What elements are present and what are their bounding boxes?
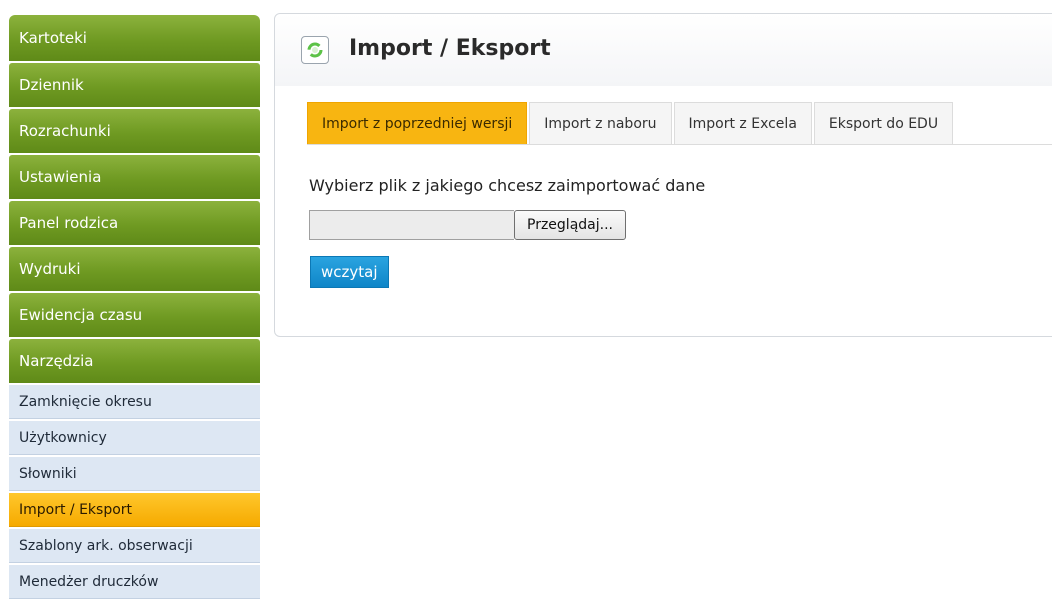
file-path-field[interactable] [309, 210, 514, 240]
subnav-zamkniecie-okresu[interactable]: Zamknięcie okresu [9, 385, 260, 419]
subnav-label: Użytkownicy [19, 429, 107, 446]
file-picker: Przeglądaj... [309, 210, 626, 240]
tab-bar: Import z poprzedniej wersji Import z nab… [307, 102, 1052, 145]
subnav-label: Słowniki [19, 465, 77, 482]
nav-label: Dziennik [19, 76, 84, 94]
nav-label: Kartoteki [19, 29, 87, 47]
nav-wydruki[interactable]: Wydruki [9, 247, 260, 291]
nav-panel-rodzica[interactable]: Panel rodzica [9, 201, 260, 245]
tab-label: Import z poprzedniej wersji [322, 115, 513, 132]
subnav-menedzer-druczkow[interactable]: Menedżer druczków [9, 565, 260, 599]
nav-label: Panel rodzica [19, 214, 119, 232]
sidebar: Kartoteki Dziennik Rozrachunki Ustawieni… [9, 15, 260, 601]
nav-rozrachunki[interactable]: Rozrachunki [9, 109, 260, 153]
load-button[interactable]: wczytaj [310, 256, 389, 288]
nav-kartoteki[interactable]: Kartoteki [9, 15, 260, 61]
main-panel: Import / Eksport Import z poprzedniej we… [274, 13, 1052, 337]
subnav-szablony[interactable]: Szablony ark. obserwacji [9, 529, 260, 563]
subnav-label: Szablony ark. obserwacji [19, 537, 193, 554]
refresh-icon [301, 36, 329, 64]
nav-ustawienia[interactable]: Ustawienia [9, 155, 260, 199]
tab-label: Import z naboru [544, 115, 657, 132]
subnav-import-eksport[interactable]: Import / Eksport [9, 493, 260, 527]
tab-label: Import z Excela [688, 115, 797, 132]
nav-label: Ewidencja czasu [19, 306, 143, 324]
tab-label: Eksport do EDU [828, 115, 939, 132]
nav-label: Rozrachunki [19, 122, 111, 140]
nav-label: Ustawienia [19, 168, 102, 186]
subnav-label: Menedżer druczków [19, 573, 159, 590]
tab-import-excela[interactable]: Import z Excela [673, 102, 812, 144]
nav-ewidencja-czasu[interactable]: Ewidencja czasu [9, 293, 260, 337]
tab-eksport-edu[interactable]: Eksport do EDU [813, 102, 954, 144]
file-prompt: Wybierz plik z jakiego chcesz zaimportow… [309, 176, 706, 195]
subnav-slowniki[interactable]: Słowniki [9, 457, 260, 491]
subnav-label: Zamknięcie okresu [19, 393, 152, 410]
panel-header: Import / Eksport [275, 14, 1052, 86]
subnav-uzytkownicy[interactable]: Użytkownicy [9, 421, 260, 455]
browse-button[interactable]: Przeglądaj... [514, 210, 626, 240]
subnav-label: Import / Eksport [19, 501, 133, 518]
nav-narzedzia[interactable]: Narzędzia [9, 339, 260, 383]
nav-label: Wydruki [19, 260, 81, 278]
nav-dziennik[interactable]: Dziennik [9, 63, 260, 107]
tab-import-naboru[interactable]: Import z naboru [529, 102, 672, 144]
page-title: Import / Eksport [349, 36, 551, 61]
tab-import-poprzedniej-wersji[interactable]: Import z poprzedniej wersji [307, 102, 528, 144]
nav-label: Narzędzia [19, 352, 94, 370]
